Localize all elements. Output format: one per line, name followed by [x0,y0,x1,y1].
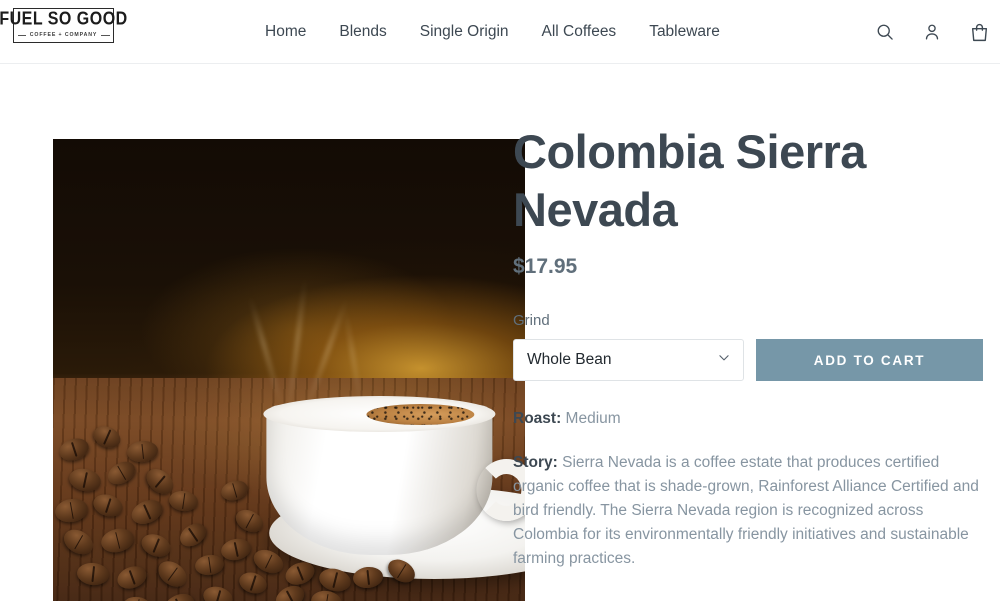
logo-divider: COFFEE + COMPANY [17,32,110,38]
main-navigation: Home Blends Single Origin All Coffees Ta… [265,0,720,64]
nav-item-all-coffees[interactable]: All Coffees [542,24,617,40]
page-title: Colombia Sierra Nevada [513,125,866,236]
roast-info: Roast: Medium [513,407,983,431]
account-icon[interactable] [919,19,945,45]
grind-select[interactable]: Whole Bean [513,339,744,381]
nav-item-single-origin[interactable]: Single Origin [420,24,509,40]
header-actions [872,0,992,64]
search-icon[interactable] [872,19,898,45]
grind-option-label: Grind [513,312,550,329]
purchase-controls: Whole Bean ADD TO CART [513,339,983,381]
black-coffee-surface [276,402,482,428]
roast-label: Roast: [513,410,562,427]
grind-select-wrapper: Whole Bean [513,339,744,381]
product-page: Colombia Sierra Nevada $17.95 Grind Whol… [0,64,1000,601]
story-info: Story: Sierra Nevada is a coffee estate … [513,451,983,571]
logo-rule-left [17,34,26,36]
nav-item-blends[interactable]: Blends [339,24,386,40]
cart-icon[interactable] [966,19,992,45]
site-logo[interactable]: FUEL SO GOOD COFFEE + COMPANY [0,8,127,43]
product-image[interactable] [53,139,525,601]
roast-value: Medium [565,410,621,427]
nav-item-home[interactable]: Home [265,24,306,40]
nav-item-tableware[interactable]: Tableware [649,24,720,40]
crema-bubbles [366,404,475,425]
product-photo-backdrop [53,139,525,601]
site-header: FUEL SO GOOD COFFEE + COMPANY Home Blend… [0,0,1000,64]
story-label: Story: [513,454,558,471]
coffee-cup [263,396,525,555]
story-text: Sierra Nevada is a coffee estate that pr… [513,454,979,567]
logo-box: FUEL SO GOOD COFFEE + COMPANY [0,8,127,43]
product-price: $17.95 [513,255,578,278]
add-to-cart-button[interactable]: ADD TO CART [756,339,983,381]
logo-wordmark: FUEL SO GOOD [0,9,128,30]
product-details: Colombia Sierra Nevada $17.95 Grind Whol… [513,123,983,571]
logo-rule-right [101,34,110,36]
logo-tagline: COFFEE + COMPANY [29,32,98,38]
